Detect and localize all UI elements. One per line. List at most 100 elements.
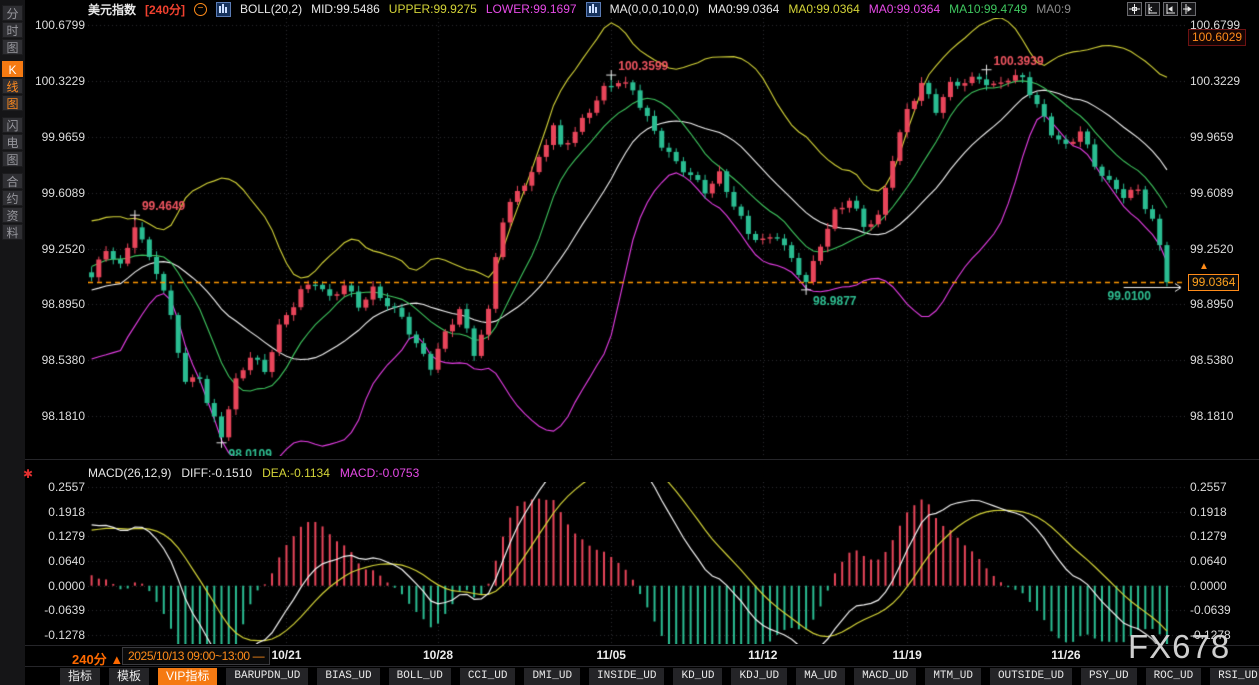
y-axis-label: 99.9659 — [28, 130, 85, 144]
main-chart-canvas[interactable] — [88, 18, 1185, 456]
sidebar-item-char: 线 — [2, 78, 23, 94]
macd-title: MACD(26,12,9) — [88, 466, 171, 480]
sidebar-item-K线图[interactable]: K线图 — [2, 61, 23, 111]
sidebar-item-char: 时 — [2, 22, 23, 38]
ma-params: MA(0,0,0,10,0,0) — [610, 2, 699, 16]
x-axis-scale-icon[interactable] — [1163, 2, 1178, 16]
y-axis-label: 0.1918 — [1190, 505, 1256, 519]
period-label: [240分] — [145, 1, 185, 18]
y-axis-label: -0.1278 — [28, 628, 85, 642]
sidebar-item-分时图[interactable]: 分时图 — [2, 5, 23, 55]
toolbar-button-MACD_UD[interactable]: MACD_UD — [854, 668, 916, 685]
collapse-icon[interactable]: − — [194, 3, 207, 16]
kline-mini-icon — [216, 2, 231, 17]
pan-right-icon[interactable] — [1181, 2, 1196, 16]
sidebar-item-char: 分 — [2, 5, 23, 21]
toolbar-button-KD_UD[interactable]: KD_UD — [673, 668, 722, 685]
sidebar-item-闪电图[interactable]: 闪电图 — [2, 117, 23, 167]
chart-app: 分时图K线图闪电图合约资料 美元指数 [240分] − BOLL(20,2) M… — [0, 0, 1259, 685]
x-axis-date: 10/28 — [415, 648, 461, 662]
timeframe-tag[interactable]: 240分 ▲ — [72, 649, 123, 668]
toolbar-button-MA_UD[interactable]: MA_UD — [796, 668, 845, 685]
toolbar-button-ROC_UD[interactable]: ROC_UD — [1146, 668, 1202, 685]
macd-legend: MACD(26,12,9) DIFF:-0.1510 DEA:-0.1134 M… — [88, 465, 419, 481]
toolbar-button-BARUPDN_UD[interactable]: BARUPDN_UD — [226, 668, 308, 685]
sidebar-item-char: 料 — [2, 224, 23, 240]
kline-mini-icon — [586, 2, 601, 17]
macd-dea-value: DEA:-0.1134 — [262, 466, 330, 480]
y-axis-label: 98.1810 — [28, 409, 85, 423]
toolbar-button-BIAS_UD[interactable]: BIAS_UD — [317, 668, 379, 685]
chart-tools — [1127, 2, 1196, 16]
sidebar-item-合约资料[interactable]: 合约资料 — [2, 173, 23, 240]
sidebar-item-char: 合 — [2, 173, 23, 189]
indicator-toolbar: 指标模板 VIP指标 BARUPDN_UD BIAS_UD BOLL_UD CCI_UD D… — [60, 668, 1259, 685]
sidebar-item-char: 约 — [2, 190, 23, 206]
sidebar-item-char: 资 — [2, 207, 23, 223]
toolbar-button-PSY_UD[interactable]: PSY_UD — [1081, 668, 1137, 685]
toolbar-button-CCI_UD[interactable]: CCI_UD — [460, 668, 516, 685]
symbol-name: 美元指数 — [88, 1, 136, 18]
x-axis-date: 11/12 — [740, 648, 786, 662]
macd-diff-value: DIFF:-0.1510 — [181, 466, 252, 480]
sidebar-item-char: 图 — [2, 151, 23, 167]
macd-chart-canvas[interactable] — [88, 482, 1185, 644]
y-axis-label: 98.8950 — [1190, 297, 1256, 311]
y-axis-label: 99.9659 — [1190, 130, 1256, 144]
y-axis-label: 99.2520 — [28, 242, 85, 256]
y-axis-label: 99.6089 — [28, 186, 85, 200]
toolbar-button-[interactable]: 模板 — [109, 668, 149, 685]
boll-lower-value: LOWER:99.1697 — [486, 2, 577, 16]
y-axis-label: 0.1918 — [28, 505, 85, 519]
y-axis-label: -0.0639 — [28, 603, 85, 617]
y-axis-label: 0.2557 — [28, 480, 85, 494]
x-axis-date: 11/05 — [588, 648, 634, 662]
macd-alert-icon[interactable]: ✱ — [23, 467, 33, 481]
sidebar-item-char: 电 — [2, 134, 23, 150]
y-axis-label: -0.0639 — [1190, 603, 1256, 617]
boll-upper-value: UPPER:99.9275 — [389, 2, 477, 16]
ma0-white-value: MA0:99.0364 — [708, 2, 779, 16]
toolbar-button-KDJ_UD[interactable]: KDJ_UD — [731, 668, 787, 685]
x-axis-date: 11/26 — [1043, 648, 1089, 662]
watermark-logo: FX678 — [1128, 628, 1230, 666]
sidebar: 分时图K线图闪电图合约资料 — [0, 0, 25, 685]
panel-divider — [25, 459, 1259, 460]
y-axis-label: 100.6799 — [28, 18, 85, 32]
y-axis-label: 100.3229 — [1190, 74, 1256, 88]
y-axis-label: 100.3229 — [28, 74, 85, 88]
session-range-box[interactable]: 2025/10/13 09:00~13:00 — — [122, 647, 270, 665]
y-axis-label: 0.0000 — [1190, 579, 1256, 593]
toolbar-button-MTM_UD[interactable]: MTM_UD — [925, 668, 981, 685]
y-axis-label: 98.5380 — [28, 353, 85, 367]
y-axis-label: 0.2557 — [1190, 480, 1256, 494]
price-up-arrow-icon: ▲ — [1199, 261, 1209, 272]
y-axis-scale-icon[interactable] — [1145, 2, 1160, 16]
ma10-value: MA10:99.4749 — [949, 2, 1027, 16]
y-axis-label: 0.0640 — [28, 554, 85, 568]
sidebar-item-char: K — [2, 61, 23, 77]
toolbar-button-RSI_UD[interactable]: RSI_UD — [1210, 668, 1259, 685]
x-axis-date: 10/21 — [263, 648, 309, 662]
ma0-magenta-value: MA0:99.0364 — [869, 2, 940, 16]
y-axis-label: 98.1810 — [1190, 409, 1256, 423]
x-axis-date: 11/19 — [884, 648, 930, 662]
panel-divider — [25, 666, 1259, 667]
y-axis-label: 99.6089 — [1190, 186, 1256, 200]
toolbar-button-[interactable]: 指标 — [60, 668, 100, 685]
y-axis-label: 0.0640 — [1190, 554, 1256, 568]
sidebar-item-char: 图 — [2, 39, 23, 55]
toolbar-button-DMI_UD[interactable]: DMI_UD — [524, 668, 580, 685]
toolbar-button-INSIDE_UD[interactable]: INSIDE_UD — [589, 668, 664, 685]
session-high-badge: 100.6029 — [1188, 29, 1246, 46]
ma-more-value: MA0:9 — [1036, 2, 1071, 16]
y-axis-label: 99.2520 — [1190, 242, 1256, 256]
ma0-yellow-value: MA0:99.0364 — [788, 2, 859, 16]
boll-label: BOLL(20,2) — [240, 2, 302, 16]
toolbar-button-BOLL_UD[interactable]: BOLL_UD — [389, 668, 451, 685]
toolbar-button-VIP[interactable]: VIP指标 — [158, 668, 217, 685]
y-axis-label: 0.1279 — [28, 529, 85, 543]
toolbar-button-OUTSIDE_UD[interactable]: OUTSIDE_UD — [990, 668, 1072, 685]
crosshair-icon[interactable] — [1127, 2, 1142, 16]
chart-legend: 美元指数 [240分] − BOLL(20,2) MID:99.5486 UPP… — [88, 1, 1071, 17]
